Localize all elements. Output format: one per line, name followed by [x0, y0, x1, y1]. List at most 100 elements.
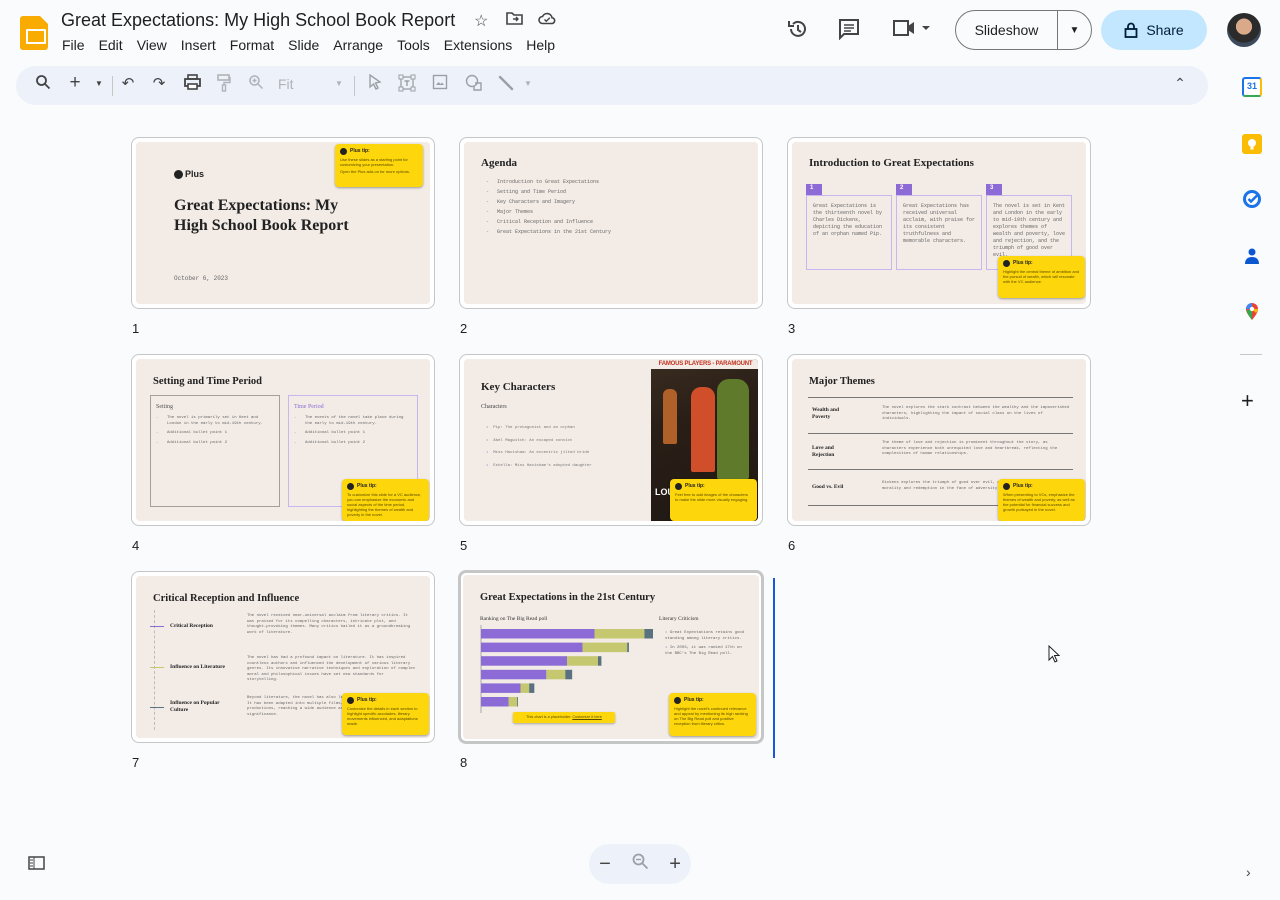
expand-side-panel-icon[interactable]: › — [1246, 864, 1251, 880]
slide-title: Key Characters — [481, 381, 556, 393]
character-item: • Abel Magwitch: An escaped convict — [486, 438, 573, 443]
zoom-controls: − + — [589, 844, 691, 884]
bar-segment-4-a — [481, 669, 547, 680]
card-number: 3 — [986, 184, 1002, 195]
column-bullet: Additional bullet point 1 — [156, 431, 274, 437]
zoom-icon[interactable] — [245, 74, 267, 94]
slide-thumbnail-5[interactable]: Key Characters Characters • Pip: The pro… — [459, 354, 763, 526]
menu-file[interactable]: File — [55, 37, 92, 53]
slide-number: 2 — [460, 321, 468, 336]
criticism-list: • Great Expectations retains good standi… — [665, 631, 749, 657]
slideshow-dropdown-icon[interactable]: ▼ — [1058, 25, 1091, 36]
redo-icon[interactable]: ↷ — [148, 74, 170, 92]
plus-tip-heading: Plus tip: — [1013, 260, 1033, 266]
menu-insert[interactable]: Insert — [174, 37, 223, 53]
keep-icon[interactable] — [1242, 134, 1262, 154]
character-text: Pip: The protagonist and an orphan — [493, 426, 575, 430]
theme-name: Good vs. Evil — [812, 484, 844, 490]
plus-tip-icon — [1003, 260, 1010, 267]
slide-thumbnail-1[interactable]: Plus Great Expectations: My High School … — [131, 137, 435, 309]
menu-help[interactable]: Help — [519, 37, 562, 53]
slide-title: Great Expectations in the 21st Century — [480, 592, 656, 603]
slide-title: Critical Reception and Influence — [153, 593, 300, 604]
calendar-icon[interactable]: 31 — [1242, 77, 1262, 97]
plus-tip-text: Feel free to add images of the character… — [675, 492, 749, 502]
bar-segment-3-a — [481, 656, 567, 666]
theme-row: Wealth and Poverty The novel explores th… — [808, 397, 1073, 433]
customize-link[interactable]: Customize it here — [572, 715, 602, 719]
zoom-in-button[interactable]: + — [669, 853, 681, 876]
slideshow-button[interactable]: Slideshow ▼ — [955, 10, 1092, 50]
lock-icon — [1124, 22, 1138, 38]
insert-image-icon[interactable] — [429, 74, 451, 94]
slideshow-label[interactable]: Slideshow — [956, 11, 1058, 49]
slide-thumbnail-4[interactable]: Setting and Time Period Setting The nove… — [131, 354, 435, 526]
undo-icon[interactable]: ↶ — [117, 74, 139, 92]
slide-thumbnail-8[interactable]: Great Expectations in the 21st Century R… — [458, 570, 764, 744]
criticism-item: • In 2003, it was ranked 17th on the BBC… — [665, 646, 742, 656]
menu-view[interactable]: View — [130, 37, 174, 53]
menu-format[interactable]: Format — [223, 37, 281, 53]
maps-icon[interactable] — [1242, 301, 1262, 321]
tasks-icon[interactable] — [1242, 189, 1262, 209]
share-label: Share — [1146, 22, 1184, 38]
meet-icon[interactable] — [892, 18, 932, 38]
bar-segment-1-b — [594, 629, 645, 639]
characters-list: • Pip: The protagonist and an orphan • A… — [486, 422, 592, 472]
contacts-icon[interactable] — [1242, 246, 1262, 266]
slide-canvas: Great Expectations in the 21st Century R… — [463, 575, 759, 739]
get-addons-icon[interactable]: + — [1241, 388, 1254, 414]
new-slide-icon[interactable]: + — [64, 72, 86, 94]
side-panel-divider — [1240, 354, 1262, 355]
plus-logo: Plus — [174, 169, 204, 179]
line-icon[interactable] — [495, 74, 517, 96]
slide-thumbnail-6[interactable]: Major Themes Wealth and Poverty The nove… — [787, 354, 1091, 526]
collapse-toolbar-icon[interactable]: ⌃ — [1169, 75, 1191, 92]
menu-arrange[interactable]: Arrange — [326, 37, 390, 53]
character-text: Abel Magwitch: An escaped convict — [493, 438, 573, 443]
column-bullets: The novel is primarily set in Kent and L… — [156, 416, 274, 446]
slide-title: Major Themes — [809, 376, 875, 387]
cloud-saved-icon[interactable] — [538, 11, 556, 30]
star-icon[interactable]: ☆ — [474, 11, 488, 31]
search-menus-icon[interactable] — [32, 74, 54, 94]
document-title[interactable]: Great Expectations: My High School Book … — [61, 10, 455, 31]
new-slide-dropdown-icon[interactable]: ▼ — [88, 79, 110, 88]
menu-edit[interactable]: Edit — [92, 37, 130, 53]
bar-segment-3-b — [567, 656, 598, 666]
slide-thumbnail-2[interactable]: Agenda Introduction to Great Expectation… — [459, 137, 763, 309]
share-button[interactable]: Share — [1101, 10, 1207, 50]
move-to-folder-icon[interactable] — [506, 11, 523, 30]
theme-description: The theme of love and rejection is promi… — [882, 441, 1058, 456]
print-icon[interactable] — [181, 74, 203, 94]
column-bullets: The events of the novel take place durin… — [294, 416, 412, 446]
brand-name: Plus — [185, 169, 205, 179]
comments-icon[interactable] — [838, 18, 860, 40]
big-read-bar-chart — [480, 625, 653, 713]
menu-slide[interactable]: Slide — [281, 37, 326, 53]
zoom-reset-icon[interactable] — [631, 852, 649, 876]
paint-format-icon[interactable] — [213, 74, 235, 96]
plus-tip-heading: Plus tip: — [350, 148, 370, 154]
version-history-icon[interactable] — [787, 18, 809, 40]
zoom-dropdown-icon[interactable]: ▼ — [328, 79, 350, 88]
zoom-select[interactable]: Fit — [278, 76, 294, 92]
slide-thumbnail-3[interactable]: Introduction to Great Expectations 1 Gre… — [787, 137, 1091, 309]
criticism-heading: Literary Criticism — [659, 616, 699, 622]
show-filmstrip-icon[interactable] — [28, 856, 45, 875]
zoom-out-button[interactable]: − — [599, 853, 611, 876]
menu-tools[interactable]: Tools — [390, 37, 437, 53]
menu-extensions[interactable]: Extensions — [437, 37, 519, 53]
line-dropdown-icon[interactable]: ▼ — [517, 79, 539, 88]
select-cursor-icon[interactable] — [364, 73, 386, 94]
text-box-icon[interactable] — [396, 74, 418, 96]
bar-segment-5-a — [481, 683, 521, 693]
plus-tip-text: Customize the details in each section to… — [347, 706, 418, 726]
account-avatar[interactable] — [1227, 13, 1261, 47]
character-item: • Estella: Miss Havisham's adopted daugh… — [486, 463, 592, 468]
bar-segment-5-c — [529, 683, 535, 693]
shape-icon[interactable] — [463, 74, 485, 96]
slide-thumbnail-7[interactable]: Critical Reception and Influence Critica… — [131, 571, 435, 743]
slide-canvas: Key Characters Characters • Pip: The pro… — [464, 359, 758, 521]
slides-logo-icon[interactable] — [20, 16, 48, 50]
